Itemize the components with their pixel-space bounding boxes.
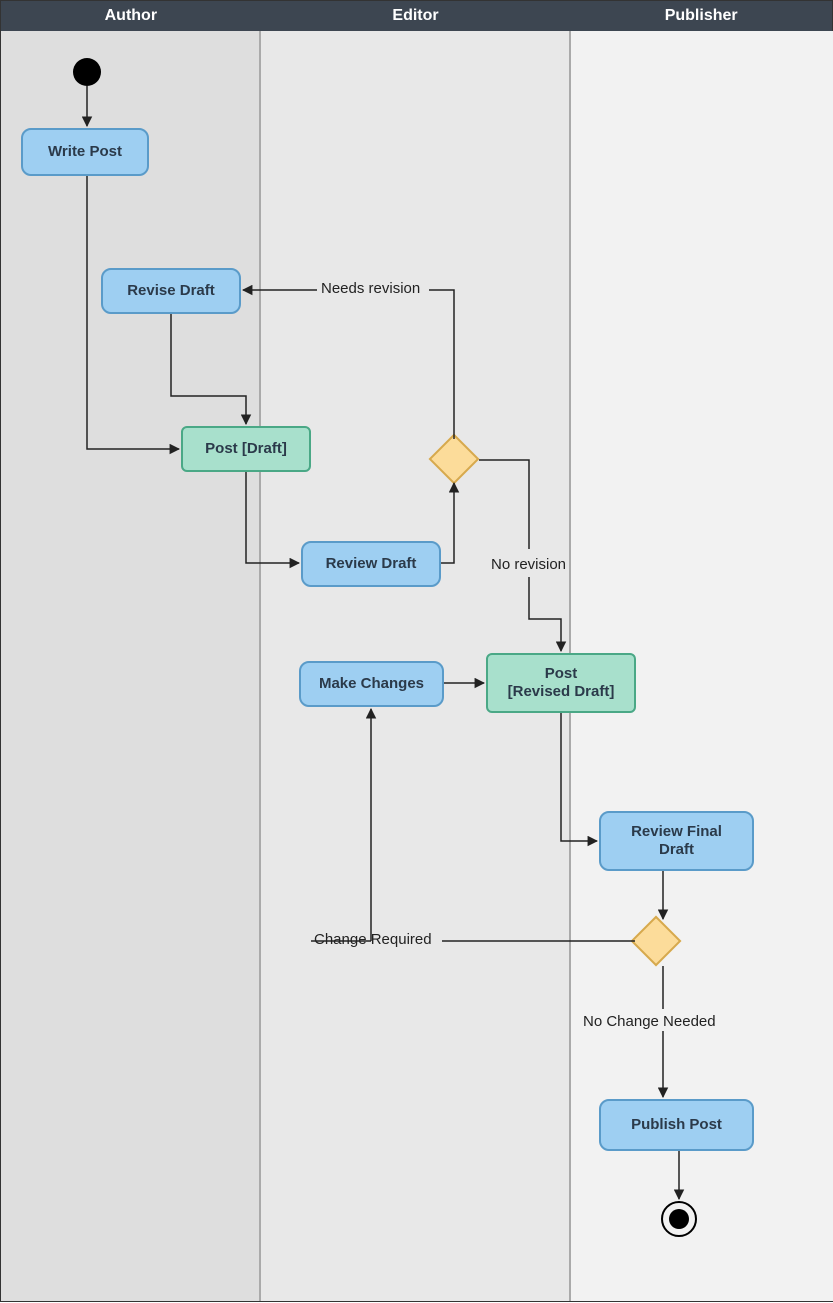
activity-review-draft: Review Draft xyxy=(301,541,441,587)
initial-node-icon xyxy=(73,58,101,86)
lane-header-author: Author xyxy=(1,1,261,31)
activity-publish-post: Publish Post xyxy=(599,1099,754,1151)
activity-make-changes: Make Changes xyxy=(299,661,444,707)
decision-revision xyxy=(436,441,472,477)
final-node-icon xyxy=(661,1201,697,1237)
object-post-revised: Post [Revised Draft] xyxy=(486,653,636,713)
edge-label-no-revision: No revision xyxy=(491,556,566,573)
edge-label-change-required: Change Required xyxy=(314,931,432,948)
lane-header-publisher: Publisher xyxy=(570,1,832,31)
object-post-draft: Post [Draft] xyxy=(181,426,311,472)
swimlane-diagram: Author Editor Publisher Write Post Revis… xyxy=(0,0,833,1302)
diamond-icon xyxy=(429,434,480,485)
decision-change xyxy=(638,923,674,959)
swimlane-header: Author Editor Publisher xyxy=(1,1,832,31)
lane-author xyxy=(1,31,261,1301)
activity-write-post: Write Post xyxy=(21,128,149,176)
activity-review-final: Review Final Draft xyxy=(599,811,754,871)
edge-label-needs-revision: Needs revision xyxy=(321,280,420,297)
edge-label-no-change: No Change Needed xyxy=(583,1013,716,1030)
activity-revise-draft: Revise Draft xyxy=(101,268,241,314)
diamond-icon xyxy=(631,916,682,967)
end-node xyxy=(661,1201,697,1237)
start-node xyxy=(73,58,101,86)
lane-header-editor: Editor xyxy=(261,1,571,31)
